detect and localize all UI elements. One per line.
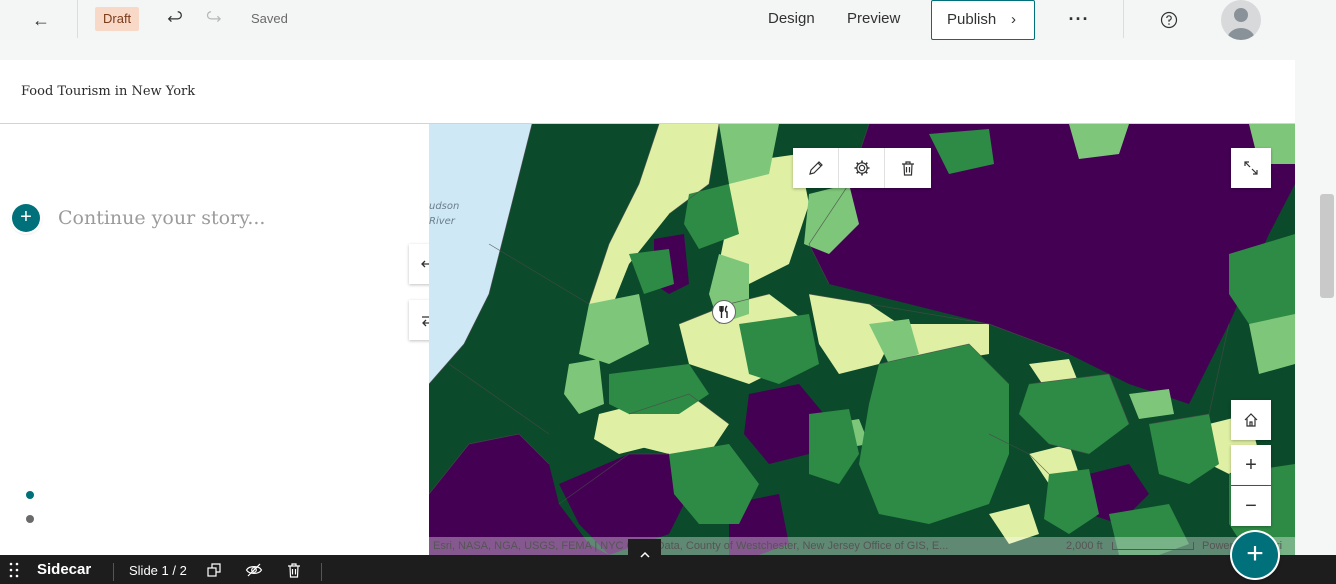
duplicate-icon xyxy=(207,563,221,577)
home-icon xyxy=(1244,413,1258,427)
drag-grip-icon xyxy=(9,562,19,578)
scrollbar[interactable] xyxy=(1320,194,1334,298)
settings-button[interactable] xyxy=(839,148,885,188)
slide-dot[interactable] xyxy=(26,515,34,523)
collapse-button[interactable] xyxy=(628,539,661,572)
publish-label: Publish xyxy=(947,11,997,28)
publish-button[interactable]: Publish › xyxy=(931,0,1035,40)
story-header: Food Tourism in New York xyxy=(0,60,1295,124)
map-block-toolbar xyxy=(793,148,931,188)
add-block-button[interactable]: + xyxy=(12,204,40,232)
user-avatar[interactable] xyxy=(1221,0,1261,40)
chevron-right-icon: › xyxy=(1011,11,1016,28)
water-label: udson xyxy=(429,201,459,212)
user-avatar-icon xyxy=(1227,8,1255,40)
divider xyxy=(77,0,78,38)
water-label: River xyxy=(429,216,456,227)
fork-knife-icon xyxy=(719,305,728,318)
zoom-in-button[interactable]: + xyxy=(1231,445,1271,485)
delete-slide-button[interactable] xyxy=(285,561,303,579)
divider xyxy=(321,563,322,581)
question-circle-icon xyxy=(1160,11,1178,29)
restaurant-marker[interactable] xyxy=(712,300,736,324)
gear-icon xyxy=(854,160,869,176)
preview-tab[interactable]: Preview xyxy=(847,10,900,27)
pencil-icon xyxy=(808,161,823,175)
design-tab[interactable]: Design xyxy=(768,10,815,27)
redo-button[interactable] xyxy=(204,8,226,30)
divider xyxy=(1123,0,1124,38)
eye-off-icon xyxy=(245,563,263,577)
duplicate-slide-button[interactable] xyxy=(205,561,223,579)
undo-icon xyxy=(167,11,182,23)
attribution-text: Esri, NASA, NGA, USGS, FEMA | NYC Open D… xyxy=(433,540,949,552)
story-input-placeholder[interactable]: Continue your story... xyxy=(58,207,265,229)
add-slide-button[interactable]: + xyxy=(1232,532,1278,578)
map-attribution: Esri, NASA, NGA, USGS, FEMA | NYC Open D… xyxy=(429,537,1295,555)
trash-icon xyxy=(902,161,914,176)
slide-dot-active[interactable] xyxy=(26,491,34,499)
map-view[interactable]: udson River + − Esri, NASA, NGA, USGS, F… xyxy=(429,124,1295,555)
scale-bar xyxy=(1112,542,1194,550)
choropleth-map: udson River xyxy=(429,124,1295,555)
hide-slide-button[interactable] xyxy=(245,561,263,579)
redo-icon xyxy=(206,11,221,23)
story-title[interactable]: Food Tourism in New York xyxy=(21,84,195,99)
help-button[interactable] xyxy=(1160,11,1178,29)
expand-map-button[interactable] xyxy=(1231,148,1271,188)
drag-handle[interactable] xyxy=(8,561,20,579)
status-badge: Draft xyxy=(95,7,140,31)
block-type-label: Sidecar xyxy=(37,561,92,578)
slide-counter: Slide 1 / 2 xyxy=(129,563,187,578)
trash-icon xyxy=(288,563,300,578)
delete-button[interactable] xyxy=(885,148,931,188)
scale-label: 2,000 ft xyxy=(1066,540,1103,552)
expand-icon xyxy=(1244,161,1258,175)
more-options-button[interactable]: ··· xyxy=(1066,6,1092,32)
zoom-out-button[interactable]: − xyxy=(1231,486,1271,526)
edit-button[interactable] xyxy=(793,148,839,188)
home-button[interactable] xyxy=(1231,400,1271,440)
divider xyxy=(113,563,114,581)
chevron-up-icon xyxy=(639,551,650,558)
undo-button[interactable] xyxy=(164,8,186,30)
immersive-block-bar: Sidecar Slide 1 / 2 xyxy=(0,555,1336,584)
app-header: ← Draft Saved Design Preview Publish › ·… xyxy=(0,0,1336,40)
save-status: Saved xyxy=(251,11,288,26)
back-button[interactable]: ← xyxy=(28,7,54,33)
narrative-panel: + Continue your story... xyxy=(0,124,429,555)
